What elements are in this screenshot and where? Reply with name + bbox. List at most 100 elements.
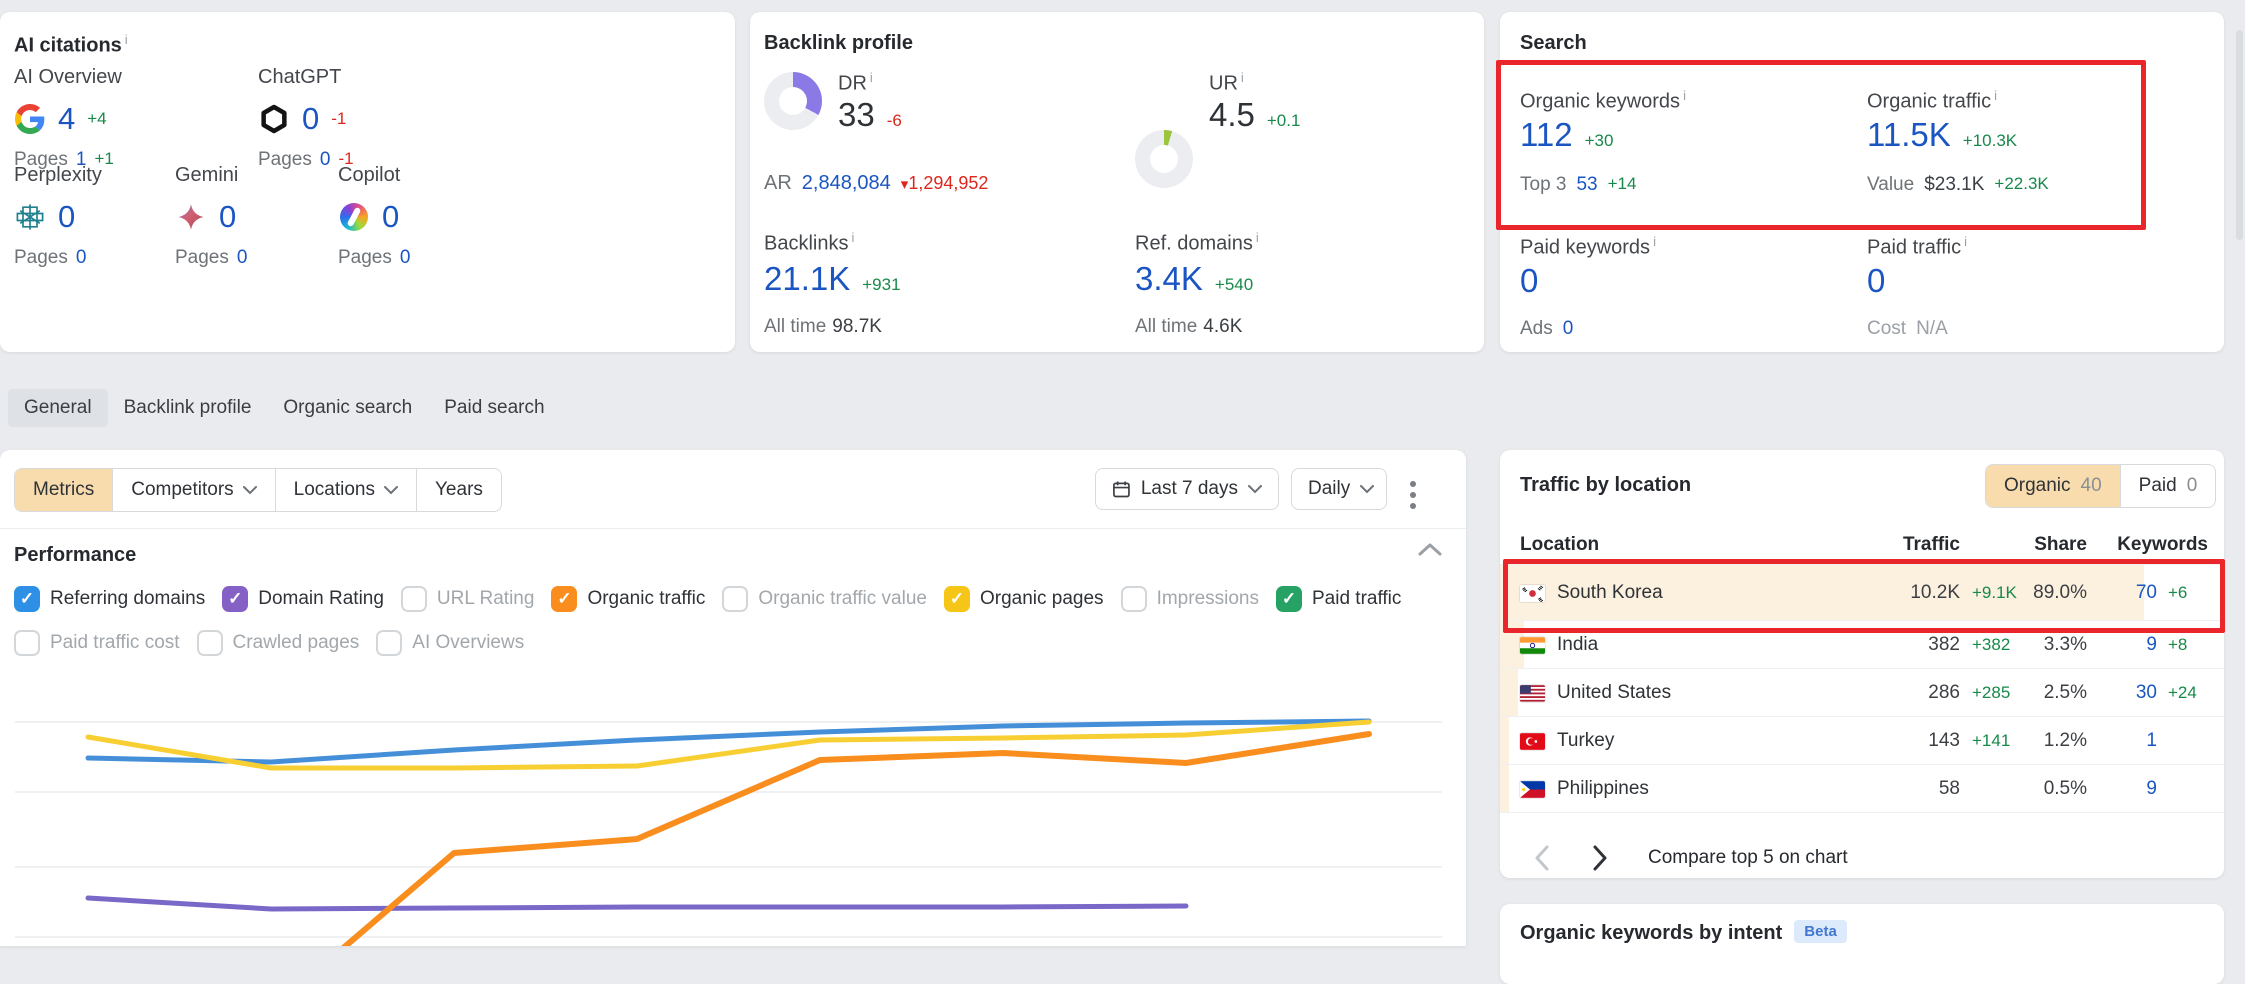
pages-count-link[interactable]: 0: [237, 247, 248, 269]
granularity-button[interactable]: Daily: [1291, 468, 1387, 510]
copilot-icon: [338, 201, 370, 233]
share-bar: [1500, 717, 1509, 765]
copilot-value[interactable]: 0: [382, 199, 399, 235]
organic-toggle-option[interactable]: Organic40: [1986, 465, 2120, 507]
chatgpt-value[interactable]: 0: [302, 101, 319, 137]
dr-value: 33: [838, 96, 875, 134]
backlinks-value-link[interactable]: 21.1K: [764, 260, 850, 298]
keywords-count-link[interactable]: 1: [2146, 730, 2157, 752]
keywords-count-link[interactable]: 30: [2136, 682, 2157, 704]
checkbox-ai-overviews[interactable]: AI Overviews: [376, 630, 524, 656]
checkbox-url-rating[interactable]: URL Rating: [401, 586, 535, 612]
info-icon[interactable]: i: [1994, 88, 1997, 103]
performance-title: Performance: [14, 544, 136, 567]
divider: [1500, 812, 2224, 813]
perplexity-icon: [14, 201, 46, 233]
share-bar: [1500, 669, 1518, 717]
info-icon[interactable]: i: [1241, 70, 1244, 85]
info-icon[interactable]: i: [851, 230, 854, 245]
competitors-segment[interactable]: Competitors: [112, 469, 274, 511]
compare-top5-link[interactable]: Compare top 5 on chart: [1648, 847, 1848, 869]
ai-metric-ai-overview: AI Overview 4 +4 Pages1+1: [14, 66, 244, 171]
years-segment[interactable]: Years: [416, 469, 501, 511]
gemini-value[interactable]: 0: [219, 199, 236, 235]
organic-keywords-value-link[interactable]: 112: [1520, 116, 1573, 154]
ai-citations-card: AI citationsi AI Overview 4 +4 Pages1+1 …: [0, 12, 735, 352]
tab-paid-search[interactable]: Paid search: [428, 389, 560, 427]
keywords-by-intent-title: Organic keywords by intentBeta: [1520, 922, 1847, 945]
checkbox-organic-traffic[interactable]: ✓Organic traffic: [551, 586, 705, 612]
backlinks-delta: +931: [862, 275, 900, 295]
ai-citations-title: AI citationsi: [14, 32, 128, 58]
location-row-india[interactable]: India 382 +382 3.3% 9 +8: [1500, 620, 2224, 669]
google-icon: [14, 103, 46, 135]
locations-segment[interactable]: Locations: [275, 469, 416, 511]
metrics-segment[interactable]: Metrics: [15, 469, 112, 511]
pages-count-link[interactable]: 0: [76, 247, 87, 269]
paid-toggle-option[interactable]: Paid0: [2120, 465, 2216, 507]
tab-backlink-profile[interactable]: Backlink profile: [108, 389, 268, 427]
ar-delta: 1,294,952: [908, 173, 988, 193]
perplexity-value[interactable]: 0: [58, 199, 75, 235]
chatgpt-delta: -1: [331, 109, 346, 129]
ai-overview-value[interactable]: 4: [58, 101, 75, 137]
info-icon[interactable]: i: [1683, 88, 1686, 103]
checkbox-paid-traffic[interactable]: ✓Paid traffic: [1276, 586, 1401, 612]
paid-keywords-value-link[interactable]: 0: [1520, 262, 1538, 300]
ai-overview-delta: +4: [87, 109, 106, 129]
organic-traffic-value-link[interactable]: 11.5K: [1867, 116, 1951, 154]
tab-general[interactable]: General: [8, 389, 108, 427]
checkbox-organic-pages[interactable]: ✓Organic pages: [944, 586, 1104, 612]
info-icon[interactable]: i: [870, 70, 873, 85]
ref-domains-alltime: 4.6K: [1203, 316, 1242, 337]
organic-keywords-label: Organic keywordsi: [1520, 88, 1686, 114]
info-icon[interactable]: i: [1653, 234, 1656, 249]
ar-value-link[interactable]: 2,848,084: [802, 172, 891, 195]
performance-line-chart: [0, 665, 1466, 946]
dr-label: DRi: [838, 70, 873, 96]
organic-paid-toggle: Organic40 Paid0: [1985, 464, 2216, 508]
checkbox-referring-domains[interactable]: ✓Referring domains: [14, 586, 205, 612]
ur-delta: +0.1: [1267, 111, 1301, 131]
checkbox-organic-traffic-value[interactable]: Organic traffic value: [722, 586, 927, 612]
flag-united-states-icon: [1520, 685, 1545, 702]
location-row-united-states[interactable]: United States 286 +285 2.5% 30 +24: [1500, 668, 2224, 717]
chevron-down-icon: [1360, 485, 1374, 494]
next-page-button[interactable]: [1580, 838, 1620, 878]
info-icon[interactable]: i: [1964, 234, 1967, 249]
ads-value-link[interactable]: 0: [1563, 318, 1574, 340]
keywords-count-link[interactable]: 9: [2146, 778, 2157, 800]
flag-philippines-icon: [1520, 781, 1545, 798]
prev-page-button[interactable]: [1522, 838, 1562, 878]
keywords-count-link[interactable]: 70: [2136, 582, 2157, 604]
flag-india-icon: [1520, 637, 1545, 654]
more-options-button[interactable]: [1404, 475, 1422, 515]
scrollbar-thumb[interactable]: [2236, 30, 2243, 240]
checkbox-crawled-pages[interactable]: Crawled pages: [197, 630, 360, 656]
paid-traffic-value-link[interactable]: 0: [1867, 262, 1885, 300]
checkbox-domain-rating[interactable]: ✓Domain Rating: [222, 586, 384, 612]
ref-domains-label: Ref. domainsi: [1135, 230, 1259, 256]
pages-count-link[interactable]: 0: [400, 247, 411, 269]
performance-card: Metrics Competitors Locations Years Last…: [0, 450, 1466, 946]
tab-organic-search[interactable]: Organic search: [267, 389, 428, 427]
top3-value-link[interactable]: 53: [1576, 174, 1597, 196]
series-domain-rating: [88, 898, 1186, 909]
backlinks-alltime: 98.7K: [832, 316, 882, 337]
location-row-south-korea[interactable]: South Korea 10.2K +9.1K 89.0% 70 +6: [1500, 564, 2224, 621]
keywords-count-link[interactable]: 9: [2146, 634, 2157, 656]
organic-traffic-label: Organic traffici: [1867, 88, 1997, 114]
info-icon[interactable]: i: [1256, 230, 1259, 245]
collapse-section-button[interactable]: [1418, 542, 1442, 561]
date-range-button[interactable]: Last 7 days: [1095, 468, 1279, 510]
info-icon[interactable]: i: [125, 32, 128, 47]
location-row-philippines[interactable]: Philippines 58 0.5% 9: [1500, 764, 2224, 813]
share-bar: [1500, 765, 1509, 813]
location-row-turkey[interactable]: Turkey 143 +141 1.2% 1: [1500, 716, 2224, 765]
checkbox-impressions[interactable]: Impressions: [1121, 586, 1259, 612]
ar-label: AR: [764, 172, 792, 195]
ref-domains-value-link[interactable]: 3.4K: [1135, 260, 1203, 298]
gemini-icon: [175, 201, 207, 233]
checkbox-paid-traffic-cost[interactable]: Paid traffic cost: [14, 630, 180, 656]
location-table-header: Location Traffic Share Keywords: [1500, 534, 2224, 566]
